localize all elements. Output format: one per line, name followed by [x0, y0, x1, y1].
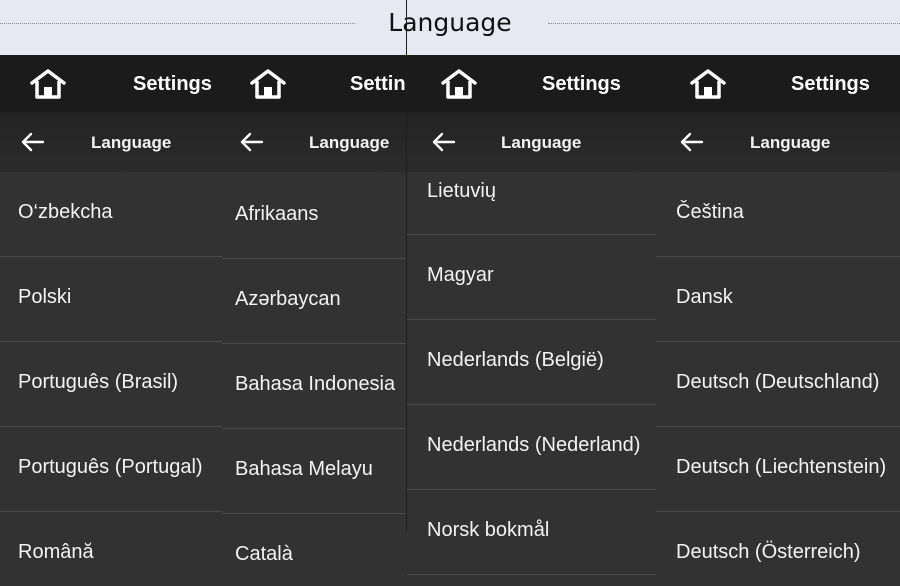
- language-subtitle: Language: [91, 133, 172, 152]
- language-label: Português (Portugal): [18, 456, 203, 478]
- settings-title: Settings: [791, 73, 870, 95]
- banner-divider-right: [548, 23, 900, 24]
- language-item[interactable]: Română: [0, 512, 222, 586]
- language-label: Română: [18, 541, 94, 563]
- language-label: Nederlands (België): [427, 349, 604, 371]
- language-label: O‘zbekcha: [18, 201, 113, 223]
- top-bar: Settings: [0, 55, 222, 112]
- language-item[interactable]: Deutsch (Deutschland): [656, 342, 900, 427]
- language-item[interactable]: Bahasa Indonesia: [222, 344, 407, 429]
- language-item[interactable]: Lietuvių: [407, 150, 656, 235]
- language-list: O‘zbekcha Polski Português (Brasil) Port…: [0, 172, 222, 586]
- language-label: Afrikaans: [235, 203, 319, 225]
- language-item[interactable]: Português (Portugal): [0, 427, 222, 512]
- settings-title: Settin: [350, 73, 406, 95]
- sub-header: Language: [656, 112, 900, 172]
- back-arrow-icon[interactable]: [432, 132, 456, 152]
- language-label: Deutsch (Liechtenstein): [676, 456, 887, 478]
- language-label: Català: [235, 543, 293, 565]
- language-label: Deutsch (Österreich): [676, 541, 861, 563]
- language-subtitle: Language: [309, 133, 390, 152]
- language-item[interactable]: Norsk bokmål: [407, 490, 656, 575]
- sub-header: Language: [222, 112, 407, 172]
- language-item[interactable]: Bahasa Melayu: [222, 429, 407, 514]
- back-arrow-icon[interactable]: [240, 132, 264, 152]
- language-item[interactable]: Magyar: [407, 235, 656, 320]
- language-item[interactable]: Nederlands (België): [407, 320, 656, 405]
- language-subtitle: Language: [750, 133, 831, 152]
- top-bar: Settin: [222, 55, 407, 112]
- language-item[interactable]: Català: [222, 514, 407, 586]
- banner: Language: [0, 0, 900, 55]
- back-arrow-icon[interactable]: [680, 132, 704, 152]
- back-arrow-icon[interactable]: [21, 132, 45, 152]
- language-list: Lietuvių Magyar Nederlands (België) Nede…: [407, 150, 656, 575]
- settings-title: Settings: [542, 73, 621, 95]
- language-label: Čeština: [676, 201, 744, 223]
- language-item[interactable]: Afrikaans: [222, 174, 407, 259]
- top-bar: Settings: [407, 55, 656, 112]
- home-icon[interactable]: [439, 68, 479, 100]
- language-label: Azərbaycan: [235, 288, 341, 310]
- language-item[interactable]: Azərbaycan: [222, 259, 407, 344]
- language-label: Dansk: [676, 286, 733, 308]
- language-item[interactable]: O‘zbekcha: [0, 172, 222, 257]
- language-list: Afrikaans Azərbaycan Bahasa Indonesia Ba…: [222, 174, 407, 586]
- home-icon[interactable]: [28, 68, 68, 100]
- language-label: Nederlands (Nederland): [427, 434, 641, 456]
- language-item[interactable]: Polski: [0, 257, 222, 342]
- language-list: Čeština Dansk Deutsch (Deutschland) Deut…: [656, 172, 900, 586]
- screen-panel-3: Settings Language Lietuvių Magyar Nederl…: [407, 55, 656, 586]
- top-bar: Settings: [656, 55, 900, 112]
- language-label: Norsk bokmål: [427, 519, 550, 541]
- language-label: Deutsch (Deutschland): [676, 371, 880, 393]
- screen-panel-1: Settings Language O‘zbekcha Polski Portu…: [0, 55, 222, 586]
- language-item[interactable]: Português (Brasil): [0, 342, 222, 427]
- language-item[interactable]: Deutsch (Liechtenstein): [656, 427, 900, 512]
- language-item[interactable]: Nederlands (Nederland): [407, 405, 656, 490]
- language-label: Português (Brasil): [18, 371, 179, 393]
- language-item[interactable]: Čeština: [656, 172, 900, 257]
- language-label: Polski: [18, 286, 72, 308]
- panel-divider: [406, 0, 407, 531]
- language-label: Bahasa Melayu: [235, 458, 373, 480]
- language-label: Bahasa Indonesia: [235, 373, 396, 395]
- screen-panel-2: Settin Language Afrikaans Azərbaycan Bah…: [222, 55, 407, 586]
- screen-panel-4: Settings Language Čeština Dansk Deutsch …: [656, 55, 900, 586]
- settings-title: Settings: [133, 73, 212, 95]
- language-item[interactable]: Dansk: [656, 257, 900, 342]
- sub-header: Language: [0, 112, 222, 172]
- language-label: Lietuvių: [427, 180, 496, 202]
- language-item[interactable]: Deutsch (Österreich): [656, 512, 900, 586]
- language-label: Magyar: [427, 264, 494, 286]
- home-icon[interactable]: [688, 68, 728, 100]
- home-icon[interactable]: [248, 68, 288, 100]
